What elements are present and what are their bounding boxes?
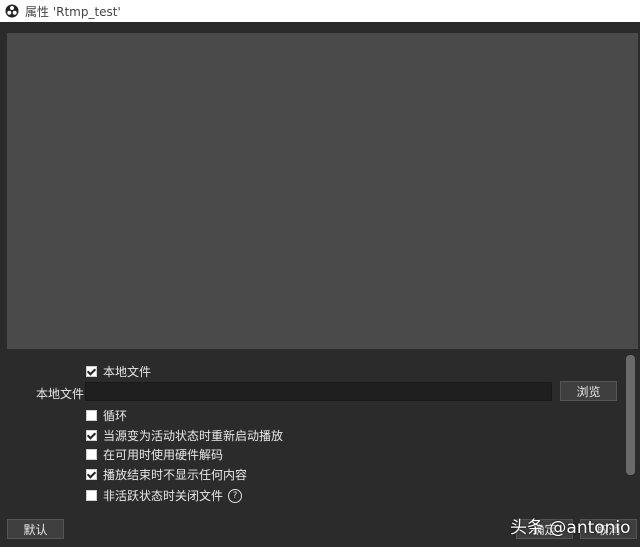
browse-button[interactable]: 浏览 <box>560 381 617 401</box>
local-file-path-input[interactable] <box>85 382 552 401</box>
close-when-inactive-label: 非活跃状态时关闭文件 <box>103 489 224 503</box>
restart-on-active-row[interactable]: 当源变为活动状态时重新启动播放 <box>86 427 283 444</box>
hw-decode-label: 在可用时使用硬件解码 <box>103 448 224 462</box>
hide-on-end-row[interactable]: 播放结束时不显示任何内容 <box>86 466 247 483</box>
local-file-checkbox-row[interactable]: 本地文件 <box>86 363 151 380</box>
hide-on-end-label: 播放结束时不显示任何内容 <box>103 468 248 482</box>
close-when-inactive-checkbox[interactable] <box>86 490 97 501</box>
loop-label: 循环 <box>103 409 128 423</box>
local-file-field-label: 本地文件 <box>36 387 85 401</box>
restart-on-active-label: 当源变为活动状态时重新启动播放 <box>103 429 284 443</box>
hide-on-end-checkbox[interactable] <box>86 469 97 480</box>
restart-on-active-checkbox[interactable] <box>86 430 97 441</box>
defaults-button[interactable]: 默认 <box>7 519 64 539</box>
source-preview <box>7 33 638 349</box>
watermark-text: 头条 @antonio <box>510 518 631 538</box>
window-title: 属性 'Rtmp_test' <box>25 4 121 19</box>
properties-scrollbar[interactable] <box>626 355 635 475</box>
loop-row[interactable]: 循环 <box>86 407 127 424</box>
hw-decode-row[interactable]: 在可用时使用硬件解码 <box>86 446 223 463</box>
local-file-checkbox[interactable] <box>86 366 97 377</box>
loop-checkbox[interactable] <box>86 410 97 421</box>
close-when-inactive-row[interactable]: 非活跃状态时关闭文件 ? <box>86 487 243 504</box>
help-icon[interactable]: ? <box>228 488 243 503</box>
obs-logo-icon <box>5 4 19 18</box>
local-file-checkbox-label: 本地文件 <box>103 365 152 379</box>
properties-panel: 本地文件 本地文件 浏览 循环 当源变为活动状态时重新启动播放 在可用时使用硬件… <box>0 349 640 516</box>
title-bar: 属性 'Rtmp_test' <box>0 0 640 22</box>
hw-decode-checkbox[interactable] <box>86 449 97 460</box>
